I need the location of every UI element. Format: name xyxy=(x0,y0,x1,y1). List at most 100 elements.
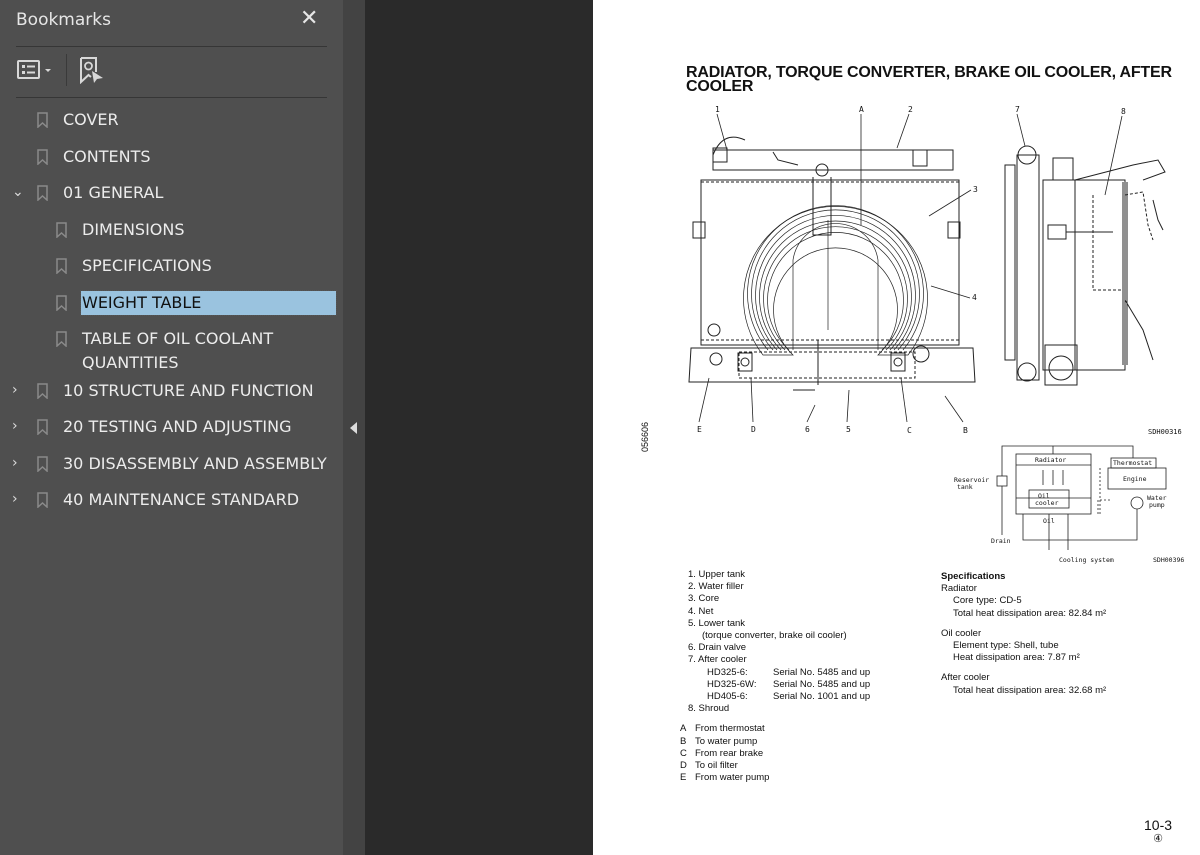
bookmark-label: COVER xyxy=(63,110,119,129)
bookmark-label: 30 DISASSEMBLY AND ASSEMBLY xyxy=(63,454,327,473)
collapse-left-icon[interactable] xyxy=(350,422,357,434)
schematic-label: Drain xyxy=(991,537,1011,545)
serial-row: HD405-6: Serial No. 1001 and up xyxy=(688,691,870,703)
schematic-label: cooler xyxy=(1035,499,1059,507)
schematic-label: Thermostat xyxy=(1113,459,1152,467)
bookmark-options-button[interactable] xyxy=(17,60,57,84)
toolbar-separator xyxy=(66,54,67,86)
bookmarks-panel: Bookmarks ✕ COVER CONTENTS ⌄ 01 GENERAL xyxy=(0,0,343,855)
bookmark-icon xyxy=(37,456,48,472)
bookmark-icon xyxy=(56,222,67,238)
find-current-bookmark-icon xyxy=(80,57,103,85)
serial-row: HD325-6: Serial No. 5485 and up xyxy=(688,667,870,679)
schematic-code: SDH00396 xyxy=(1153,556,1184,564)
spec-value: Total heat dissipation area: 82.84 m² xyxy=(953,607,1107,619)
chevron-right-icon[interactable]: › xyxy=(12,455,26,471)
legend-letter-item: A From thermostat xyxy=(680,723,765,735)
bookmark-label: CONTENTS xyxy=(63,147,151,166)
callout-label: 7 xyxy=(1015,105,1020,114)
bookmark-label: 40 MAINTENANCE STANDARD xyxy=(63,490,300,509)
specifications-block: Specifications Radiator Core type: CD-5 … xyxy=(941,571,1106,697)
side-code: 056606 xyxy=(640,421,650,452)
serial-range: Serial No. 5485 and up xyxy=(773,678,871,690)
schematic-label: Oil xyxy=(1043,517,1055,525)
serial-range: Serial No. 1001 and up xyxy=(773,691,871,703)
bookmark-icon xyxy=(37,492,48,508)
figure-code: SDH00316 xyxy=(1148,428,1182,436)
spec-value: Core type: CD-5 xyxy=(953,595,1022,607)
chevron-right-icon[interactable]: › xyxy=(12,491,26,507)
bookmark-label: 20 TESTING AND ADJUSTING xyxy=(63,417,292,436)
close-icon: ✕ xyxy=(300,6,319,31)
callout-label: 3 xyxy=(973,185,978,194)
callout-label: E xyxy=(697,425,702,434)
bookmark-icon xyxy=(37,149,48,165)
bookmark-label: SPECIFICATIONS xyxy=(82,256,212,275)
bookmark-icon xyxy=(37,419,48,435)
bookmark-label-line2: QUANTITIES xyxy=(82,353,179,372)
specs-heading: Specifications xyxy=(941,571,1006,582)
page-number-text: 10-3 xyxy=(1144,817,1173,833)
callout-label: 2 xyxy=(908,105,913,114)
schematic-label: pump xyxy=(1149,501,1165,509)
callout-label: A xyxy=(859,105,864,114)
bookmark-icon xyxy=(37,383,48,399)
schematic-label: tank xyxy=(957,483,973,491)
list-options-icon xyxy=(17,60,51,79)
spec-section-label: Radiator xyxy=(941,583,977,595)
after-cooler-side-view-drawing: 7 8 xyxy=(1004,105,1166,386)
schematic-caption: Cooling system xyxy=(1059,556,1114,564)
bookmark-icon xyxy=(56,258,67,274)
callout-label: D xyxy=(751,425,756,434)
pdf-page: RADIATOR, TORQUE CONVERTER, BRAKE OIL CO… xyxy=(593,0,1200,855)
legend-letter-item: E From water pump xyxy=(680,772,770,784)
legend-item: 6. Drain valve xyxy=(688,642,747,654)
chevron-down-icon[interactable]: ⌄ xyxy=(12,184,26,200)
spec-value: Heat dissipation area: 7.87 m² xyxy=(953,652,1080,664)
find-current-bookmark-button[interactable] xyxy=(79,56,105,88)
panel-title: Bookmarks xyxy=(16,10,111,30)
parts-legend: 1. Upper tank 2. Water filler 3. Core 4.… xyxy=(680,569,870,784)
legend-item: 7. After cooler xyxy=(688,654,747,666)
panel-splitter[interactable] xyxy=(343,0,365,855)
cooling-system-schematic: Radiator Thermostat Engine Reservoir tan… xyxy=(954,445,1184,564)
bookmark-label: TABLE OF OIL COOLANT xyxy=(82,329,274,348)
bookmark-icon xyxy=(56,331,67,347)
callout-label: 1 xyxy=(715,105,720,114)
radiator-front-view-drawing: 1 A 2 3 4 E D 6 5 C B xyxy=(688,105,978,435)
divider xyxy=(16,97,327,98)
spec-value: Total heat dissipation area: 32.68 m² xyxy=(953,684,1107,696)
legend-item: 8. Shroud xyxy=(688,703,730,715)
callout-label: C xyxy=(907,426,912,435)
legend-item: 1. Upper tank xyxy=(688,569,746,580)
callout-label: 8 xyxy=(1121,107,1126,116)
divider xyxy=(16,46,327,47)
bookmark-icon xyxy=(37,185,48,201)
title-line-2: COOLER xyxy=(686,78,754,95)
serial-range: Serial No. 5485 and up xyxy=(773,666,871,678)
serial-model: HD325-6: xyxy=(707,666,748,678)
bookmark-label: 10 STRUCTURE AND FUNCTION xyxy=(63,381,314,400)
legend-item-note: (torque converter, brake oil cooler) xyxy=(702,630,847,642)
legend-item: 2. Water filler xyxy=(688,581,744,593)
close-panel-button[interactable]: ✕ xyxy=(300,6,318,31)
legend-letter-item: D To oil filter xyxy=(680,760,738,772)
revision-mark: ④ xyxy=(1153,833,1163,845)
callout-label: B xyxy=(963,426,968,435)
spec-section-label: Oil cooler xyxy=(941,627,982,639)
chevron-right-icon[interactable]: › xyxy=(12,382,26,398)
spec-section-label: After cooler xyxy=(941,672,990,684)
bookmark-icon xyxy=(56,295,67,311)
serial-row: HD325-6W: Serial No. 5485 and up xyxy=(688,679,870,691)
page-number: 10-3 ④ xyxy=(1144,818,1172,846)
spec-value: Element type: Shell, tube xyxy=(953,640,1059,652)
chevron-right-icon[interactable]: › xyxy=(12,418,26,434)
legend-letter-item: B To water pump xyxy=(680,735,758,747)
bookmark-label: WEIGHT TABLE xyxy=(80,290,337,316)
serial-model: HD405-6: xyxy=(707,691,748,703)
page-title: RADIATOR, TORQUE CONVERTER, BRAKE OIL CO… xyxy=(686,65,1172,95)
schematic-label: Engine xyxy=(1123,475,1147,483)
callout-label: 4 xyxy=(972,293,977,302)
bookmark-label: 01 GENERAL xyxy=(63,183,164,202)
schematic-label: Radiator xyxy=(1035,456,1066,464)
